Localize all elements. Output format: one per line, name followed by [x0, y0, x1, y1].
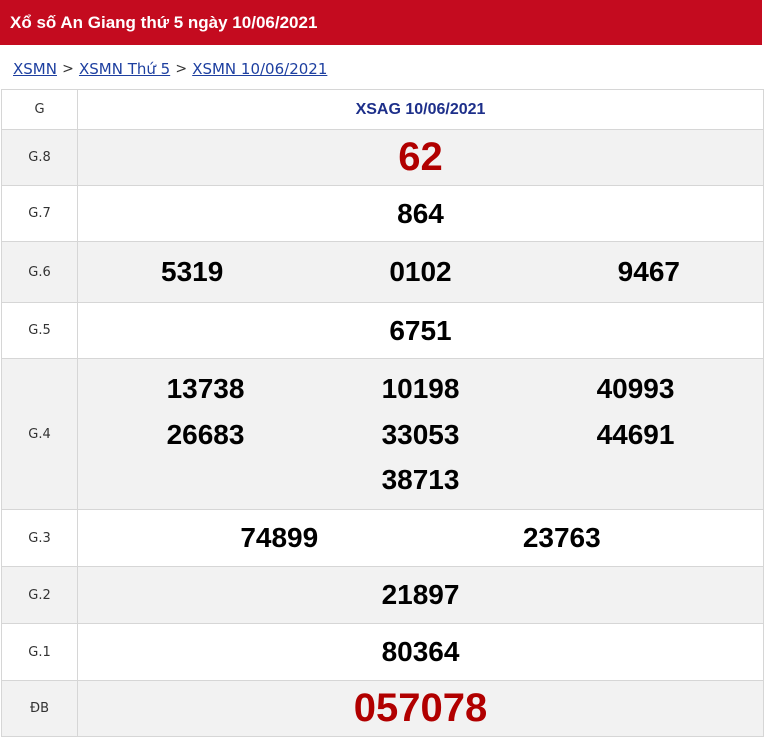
prize-number: 44691: [596, 419, 675, 450]
prize-row-special: ĐB 057078: [1, 680, 764, 737]
prize-number: 13738: [166, 373, 245, 404]
prize-column-header: G: [1, 89, 78, 130]
prize-label: G.3: [1, 509, 78, 567]
prize-number: 33053: [381, 419, 460, 450]
prize-numbers: 21897: [77, 566, 764, 624]
prize-label: G.4: [1, 358, 78, 510]
special-prize-number: 057078: [353, 686, 488, 730]
page-title: Xổ số An Giang thứ 5 ngày 10/06/2021: [0, 0, 762, 45]
prize-number: 80364: [381, 636, 460, 667]
prize-number: 6751: [389, 314, 452, 346]
prize-row-g4: G.4 13738 10198 40993 26683 33053 44691 …: [1, 358, 764, 510]
prize-numbers: 80364: [77, 623, 764, 681]
station-header: XSAG 10/06/2021: [77, 89, 764, 130]
prize-numbers: 62: [77, 129, 764, 186]
table-header-row: G XSAG 10/06/2021: [1, 89, 764, 130]
prize-label: G.5: [1, 302, 78, 359]
prize-numbers: 74899 23763: [77, 509, 764, 567]
breadcrumb-link-xsmn[interactable]: XSMN: [13, 58, 57, 80]
prize-number: 38713: [381, 464, 460, 495]
prize-number: 10198: [381, 373, 460, 404]
prize-label: G.1: [1, 623, 78, 681]
prize-number: 9467: [617, 256, 680, 287]
prize-row-g7: G.7 864: [1, 185, 764, 242]
prize-number: 40993: [596, 373, 675, 404]
prize-label: G.8: [1, 129, 78, 186]
prize-label: G.7: [1, 185, 78, 242]
prize-number: 0102: [389, 256, 452, 287]
prize-numbers: 5319 0102 9467: [77, 241, 764, 303]
prize-row-g1: G.1 80364: [1, 623, 764, 681]
prize-number: 23763: [522, 522, 601, 553]
prize-number: 26683: [166, 419, 245, 450]
prize-number: 62: [398, 135, 443, 179]
prize-label: G.6: [1, 241, 78, 303]
prize-number: 74899: [240, 522, 319, 553]
breadcrumb-separator: >: [175, 61, 188, 77]
prize-numbers: 057078: [77, 680, 764, 737]
prize-row-g8: G.8 62: [1, 129, 764, 186]
prize-row-g5: G.5 6751: [1, 302, 764, 359]
prize-numbers: 13738 10198 40993 26683 33053 44691 3871…: [77, 358, 764, 510]
breadcrumb-separator: >: [62, 61, 74, 77]
breadcrumb-link-xsmn-thu5[interactable]: XSMN Thứ 5: [79, 58, 170, 80]
prize-label: ĐB: [1, 680, 78, 737]
breadcrumb-link-xsmn-date[interactable]: XSMN 10/06/2021: [192, 58, 327, 80]
prize-number: 864: [397, 197, 444, 229]
prize-numbers: 864: [77, 185, 764, 242]
breadcrumb: XSMN > XSMN Thứ 5 > XSMN 10/06/2021: [13, 58, 327, 80]
prize-numbers: 6751: [77, 302, 764, 359]
results-table: G XSAG 10/06/2021 G.8 62 G.7 864 G.6 531…: [1, 89, 764, 737]
prize-row-g3: G.3 74899 23763: [1, 509, 764, 567]
prize-number: 5319: [161, 256, 224, 287]
prize-number: 21897: [381, 579, 460, 610]
prize-label: G.2: [1, 566, 78, 624]
prize-row-g2: G.2 21897: [1, 566, 764, 624]
prize-row-g6: G.6 5319 0102 9467: [1, 241, 764, 303]
